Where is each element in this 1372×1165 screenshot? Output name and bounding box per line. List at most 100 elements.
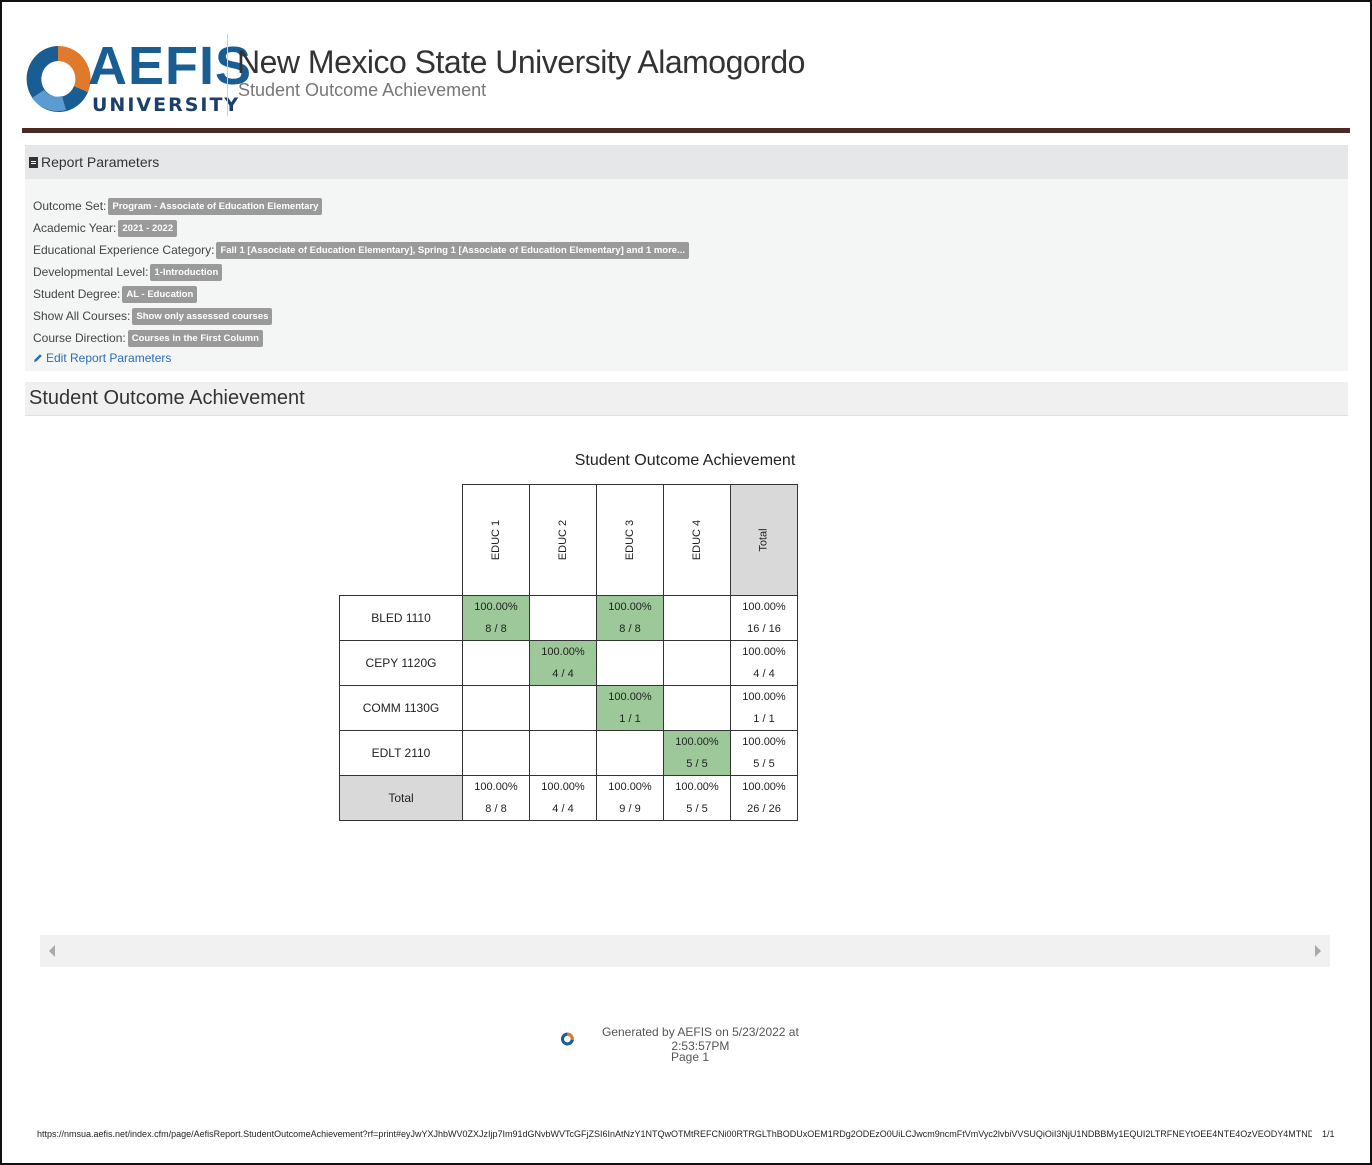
matrix-row: BLED 1110 100.00% 8 / 8 100.00% 8 / 8 100.00%…	[339, 595, 798, 641]
page-number: Page 1	[670, 1050, 710, 1064]
generated-note: Generated by AEFIS on 5/23/2022 at 2:53:…	[560, 1025, 820, 1053]
cell-fraction: 1 / 1	[619, 713, 641, 725]
param-value-badge: 2021 - 2022	[118, 219, 178, 237]
param-developmental-level: Developmental Level: 1-Introduction	[33, 261, 1348, 283]
matrix-cell	[596, 730, 664, 776]
matrix-cell	[663, 640, 731, 686]
matrix-cell	[462, 640, 530, 686]
matrix-row: COMM 1130G 100.00% 1 / 1 100.00% 1 / 1	[339, 685, 798, 731]
cell-percentage: 100.00%	[742, 646, 786, 658]
cell-fraction: 16 / 16	[747, 623, 781, 635]
column-header-total: Total	[730, 484, 798, 596]
param-value-badge: 1-Introduction	[150, 263, 223, 281]
cell-fraction	[463, 663, 529, 685]
column-header-label: EDUC 2	[557, 519, 569, 561]
header-divider	[227, 34, 228, 116]
column-header-label: EDUC 3	[624, 519, 636, 561]
matrix-cell: 100.00% 1 / 1	[730, 685, 798, 731]
logo-subtext: UNIVERSITY	[92, 94, 241, 116]
report-parameters-title: Report Parameters	[41, 154, 160, 170]
cell-fraction: 5 / 5	[686, 758, 708, 770]
aefis-logo: AEFIS UNIVERSITY	[22, 36, 251, 122]
param-academic-year: Academic Year: 2021 - 2022	[33, 217, 1348, 239]
column-header-label: Total	[758, 528, 770, 552]
cell-fraction	[664, 708, 730, 730]
scroll-left-icon[interactable]	[49, 945, 55, 957]
matrix-totals-row: Total 100.00% 8 / 8 100.00% 4 / 4 100.00% 9 / …	[339, 775, 798, 821]
matrix-cell	[462, 685, 530, 731]
param-label: Educational Experience Category:	[33, 243, 215, 257]
column-header: EDUC 2	[529, 484, 597, 596]
print-url: https://nmsua.aefis.net/index.cfm/page/A…	[37, 1129, 1312, 1139]
cell-percentage	[664, 686, 730, 708]
scroll-right-icon[interactable]	[1315, 945, 1321, 957]
cell-percentage: 100.00%	[608, 601, 652, 613]
section-title: Student Outcome Achievement	[29, 387, 305, 409]
outcome-matrix: EDUC 1 EDUC 2 EDUC 3 EDUC 4 Total BLED 1…	[339, 484, 798, 821]
header-bar	[22, 128, 1350, 133]
edit-report-parameters-link[interactable]: Edit Report Parameters	[33, 351, 1348, 365]
cell-percentage: 100.00%	[675, 736, 719, 748]
param-value-badge: AL - Education	[122, 285, 198, 303]
matrix-cell	[663, 595, 731, 641]
cell-fraction: 8 / 8	[485, 623, 507, 635]
cell-percentage	[463, 686, 529, 708]
cell-fraction: 8 / 8	[485, 803, 507, 815]
param-value-badge: Program - Associate of Education Element…	[108, 197, 323, 215]
cell-percentage	[463, 641, 529, 663]
report-parameters-heading: Report Parameters	[25, 145, 1348, 179]
cell-fraction: 4 / 4	[552, 803, 574, 815]
matrix-row: EDLT 2110 100.00% 5 / 5 100.00% 5 / 5	[339, 730, 798, 776]
horizontal-scrollbar[interactable]	[40, 935, 1330, 967]
cell-percentage: 100.00%	[608, 691, 652, 703]
parameter-list: Outcome Set: Program - Associate of Educ…	[25, 179, 1348, 365]
param-value-badge: Show only assessed courses	[132, 307, 273, 325]
cell-percentage: 100.00%	[675, 781, 719, 793]
report-header: AEFIS UNIVERSITY New Mexico State Univer…	[22, 28, 1350, 128]
param-experience-category: Educational Experience Category: Fall 1 …	[33, 239, 1348, 261]
matrix-cell: 100.00% 8 / 8	[596, 595, 664, 641]
section-title-bar: Student Outcome Achievement	[25, 382, 1348, 416]
row-header-course: COMM 1130G	[339, 685, 463, 731]
cell-fraction	[463, 708, 529, 730]
cell-fraction	[664, 618, 730, 640]
param-value-badge: Fall 1 [Associate of Education Elementar…	[216, 241, 690, 259]
matrix-cell: 100.00% 5 / 5	[730, 730, 798, 776]
cell-percentage: 100.00%	[608, 781, 652, 793]
matrix-cell: 100.00% 26 / 26	[730, 775, 798, 821]
report-subtitle: Student Outcome Achievement	[238, 80, 487, 100]
cell-fraction: 9 / 9	[619, 803, 641, 815]
cell-percentage: 100.00%	[742, 781, 786, 793]
param-label: Developmental Level:	[33, 265, 149, 279]
cell-percentage	[597, 731, 663, 753]
matrix-cell: 100.00% 8 / 8	[462, 775, 530, 821]
matrix-corner	[340, 485, 463, 596]
matrix-cell: 100.00% 9 / 9	[596, 775, 664, 821]
cell-percentage	[597, 641, 663, 663]
cell-fraction: 4 / 4	[552, 668, 574, 680]
param-value-badge: Courses in the First Column	[127, 329, 263, 347]
matrix-cell	[529, 730, 597, 776]
param-outcome-set: Outcome Set: Program - Associate of Educ…	[33, 195, 1348, 217]
cell-fraction	[597, 663, 663, 685]
report-parameters-panel: Report Parameters Outcome Set: Program -…	[25, 145, 1348, 371]
matrix-cell	[663, 685, 731, 731]
cell-fraction: 5 / 5	[753, 758, 775, 770]
column-header: EDUC 3	[596, 484, 664, 596]
cell-percentage: 100.00%	[742, 736, 786, 748]
print-page-count: 1/1	[1322, 1129, 1335, 1139]
matrix-title: Student Outcome Achievement	[574, 452, 796, 469]
param-course-direction: Course Direction: Courses in the First C…	[33, 327, 1348, 349]
matrix-cell: 100.00% 4 / 4	[730, 640, 798, 686]
cell-percentage	[463, 731, 529, 753]
column-header: EDUC 4	[663, 484, 731, 596]
cell-percentage: 100.00%	[742, 691, 786, 703]
matrix-cell: 100.00% 1 / 1	[596, 685, 664, 731]
row-header-course: CEPY 1120G	[339, 640, 463, 686]
param-label: Academic Year:	[33, 221, 117, 235]
param-label: Student Degree:	[33, 287, 121, 301]
matrix-cell	[596, 640, 664, 686]
matrix-body: BLED 1110 100.00% 8 / 8 100.00% 8 / 8 100.00%…	[339, 595, 798, 821]
column-header-label: EDUC 4	[691, 519, 703, 561]
matrix-cell: 100.00% 5 / 5	[663, 775, 731, 821]
